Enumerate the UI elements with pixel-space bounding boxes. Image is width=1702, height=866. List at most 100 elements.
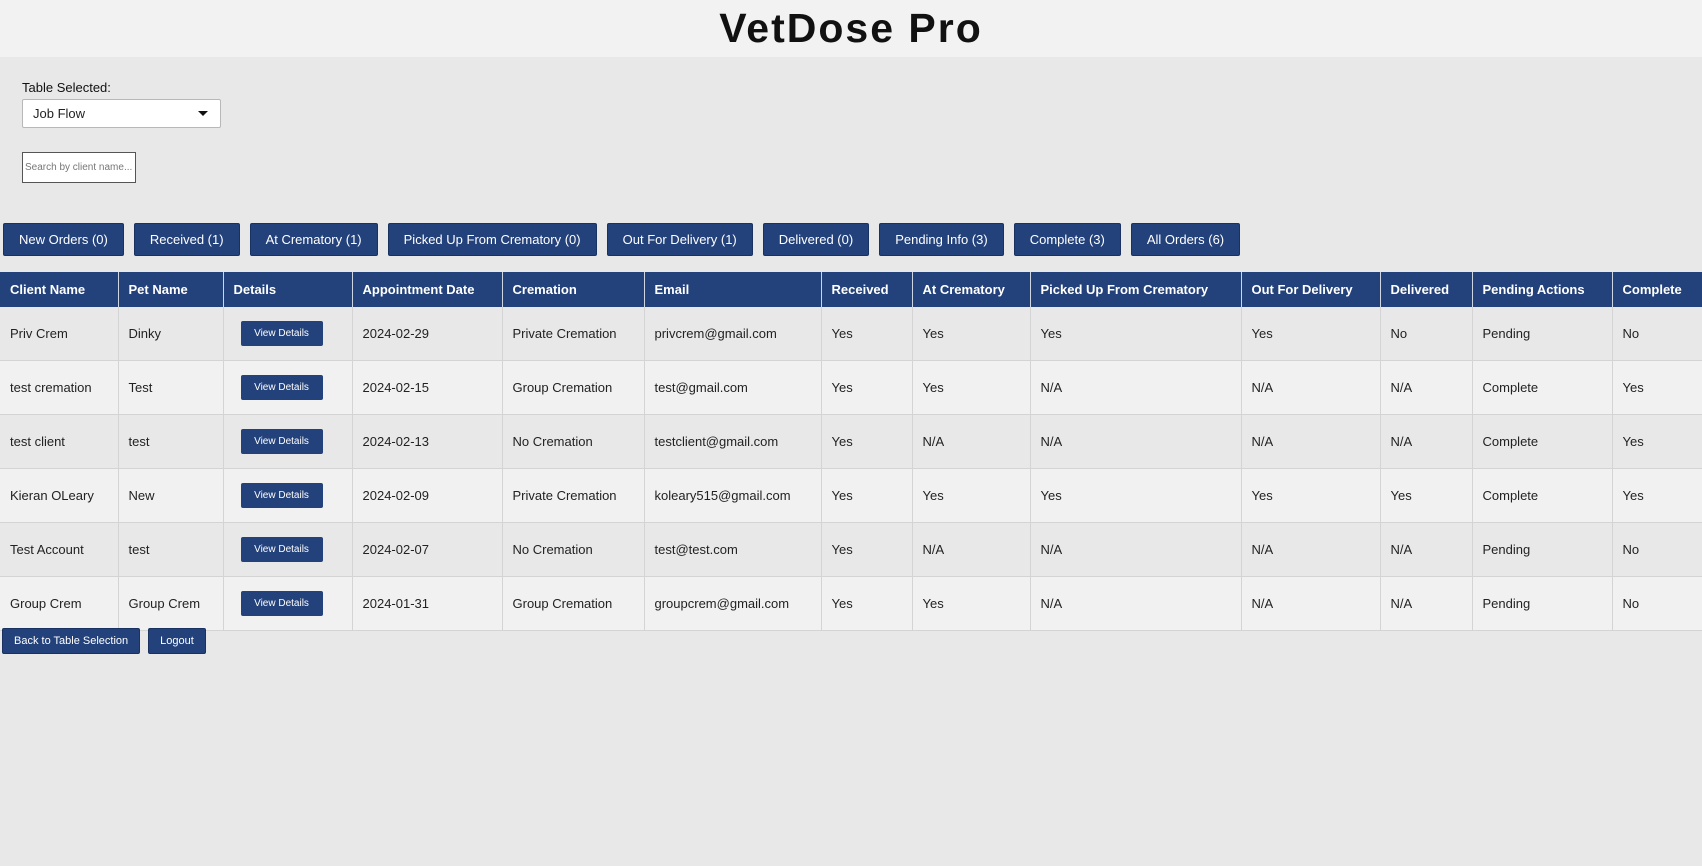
table-cell: No (1612, 576, 1702, 631)
table-cell: 2024-02-15 (352, 360, 503, 415)
table-cell: Complete (1472, 468, 1613, 523)
table-cell: privcrem@gmail.com (644, 307, 822, 361)
table-cell: Kieran OLeary (0, 468, 119, 523)
table-cell: No Cremation (502, 522, 645, 577)
table-cell: N/A (1030, 360, 1242, 415)
table-cell: Private Cremation (502, 307, 645, 361)
table-row: Priv Crem Dinky View Details 2024-02-29 Priv… (0, 307, 1702, 361)
table-cell: New (118, 468, 224, 523)
table-cell: Complete (1472, 414, 1613, 469)
table-select-value: Job Flow (33, 106, 86, 121)
table-cell: Yes (912, 576, 1031, 631)
app-title: VetDose Pro (719, 5, 983, 51)
table-cell: Pending (1472, 576, 1613, 631)
table-cell: Yes (1380, 468, 1473, 523)
table-cell: Group Crem (0, 576, 119, 631)
logout-button[interactable]: Logout (148, 628, 206, 654)
table-cell: Group Cremation (502, 576, 645, 631)
details-cell: View Details (223, 576, 353, 631)
table-cell: Complete (1472, 360, 1613, 415)
table-row: test cremation Test View Details 2024-02-15… (0, 360, 1702, 415)
table-cell: Group Cremation (502, 360, 645, 415)
controls-panel: Table Selected: Job Flow (0, 57, 1702, 183)
details-cell: View Details (223, 307, 353, 361)
table-cell: No Cremation (502, 414, 645, 469)
table-cell: test (118, 522, 224, 577)
column-header: Received (821, 272, 913, 307)
table-cell: 2024-02-09 (352, 468, 503, 523)
table-cell: N/A (912, 522, 1031, 577)
table-cell: N/A (912, 414, 1031, 469)
table-cell: Yes (1612, 468, 1702, 523)
tab-all-orders[interactable]: All Orders (6) (1130, 223, 1241, 256)
details-cell: View Details (223, 414, 353, 469)
table-cell: testclient@gmail.com (644, 414, 822, 469)
table-cell: Test (118, 360, 224, 415)
tab-new-orders[interactable]: New Orders (0) (3, 223, 124, 256)
column-header: Picked Up From Crematory (1030, 272, 1242, 307)
table-cell: Yes (912, 360, 1031, 415)
column-header: Delivered (1380, 272, 1473, 307)
table-cell: N/A (1241, 414, 1381, 469)
column-header: Out For Delivery (1241, 272, 1381, 307)
tab-complete[interactable]: Complete (3) (1013, 223, 1121, 256)
table-cell: No (1612, 522, 1702, 577)
table-cell: groupcrem@gmail.com (644, 576, 822, 631)
table-cell: Dinky (118, 307, 224, 361)
tab-received[interactable]: Received (1) (133, 223, 240, 256)
details-cell: View Details (223, 360, 353, 415)
table-cell: Pending (1472, 307, 1613, 361)
table-row: Group Crem Group Crem View Details 2024-01-… (0, 576, 1702, 631)
client-search-input[interactable] (22, 152, 136, 183)
tab-out-for-delivery[interactable]: Out For Delivery (1) (606, 223, 753, 256)
table-cell: Yes (1612, 360, 1702, 415)
table-cell: Yes (1612, 414, 1702, 469)
table-cell: test cremation (0, 360, 119, 415)
back-to-table-selection-button[interactable]: Back to Table Selection (2, 628, 141, 654)
table-cell: Pending (1472, 522, 1613, 577)
table-cell: Yes (821, 576, 913, 631)
table-cell: N/A (1380, 522, 1473, 577)
table-cell: N/A (1241, 522, 1381, 577)
table-cell: Yes (1030, 307, 1242, 361)
table-cell: N/A (1380, 576, 1473, 631)
column-header: Complete (1612, 272, 1702, 307)
tab-delivered[interactable]: Delivered (0) (762, 223, 870, 256)
view-details-button[interactable]: View Details (240, 537, 323, 562)
table-cell: Yes (821, 522, 913, 577)
details-cell: View Details (223, 522, 353, 577)
tab-at-crematory[interactable]: At Crematory (1) (249, 223, 378, 256)
column-header: Cremation (502, 272, 645, 307)
table-cell: Yes (912, 307, 1031, 361)
table-header-row: Client Name Pet Name Details Appointment… (0, 272, 1702, 307)
table-cell: Yes (821, 414, 913, 469)
table-cell: Yes (821, 360, 913, 415)
table-row: Test Account test View Details 2024-02-07 No… (0, 522, 1702, 577)
table-select-dropdown[interactable]: Job Flow (22, 99, 221, 128)
view-details-button[interactable]: View Details (240, 429, 323, 454)
table-cell: No (1380, 307, 1473, 361)
table-cell: Yes (1030, 468, 1242, 523)
orders-table-container: Client Name Pet Name Details Appointment… (0, 272, 1702, 631)
table-cell: N/A (1241, 360, 1381, 415)
view-details-button[interactable]: View Details (240, 483, 323, 508)
view-details-button[interactable]: View Details (240, 321, 323, 346)
table-cell: Yes (821, 307, 913, 361)
table-cell: test (118, 414, 224, 469)
tab-picked-up-from-crematory[interactable]: Picked Up From Crematory (0) (387, 223, 597, 256)
view-details-button[interactable]: View Details (240, 591, 323, 616)
table-cell: N/A (1030, 414, 1242, 469)
orders-table-body: Priv Crem Dinky View Details 2024-02-29 Priv… (0, 307, 1702, 631)
table-cell: N/A (1030, 522, 1242, 577)
status-filter-tabs: New Orders (0) Received (1) At Crematory… (3, 223, 1241, 256)
table-cell: test@gmail.com (644, 360, 822, 415)
table-cell: Yes (1241, 307, 1381, 361)
table-cell: Yes (1241, 468, 1381, 523)
column-header: Email (644, 272, 822, 307)
table-cell: 2024-02-29 (352, 307, 503, 361)
table-cell: Priv Crem (0, 307, 119, 361)
view-details-button[interactable]: View Details (240, 375, 323, 400)
table-cell: N/A (1380, 360, 1473, 415)
tab-pending-info[interactable]: Pending Info (3) (879, 223, 1004, 256)
column-header: Pending Actions (1472, 272, 1613, 307)
